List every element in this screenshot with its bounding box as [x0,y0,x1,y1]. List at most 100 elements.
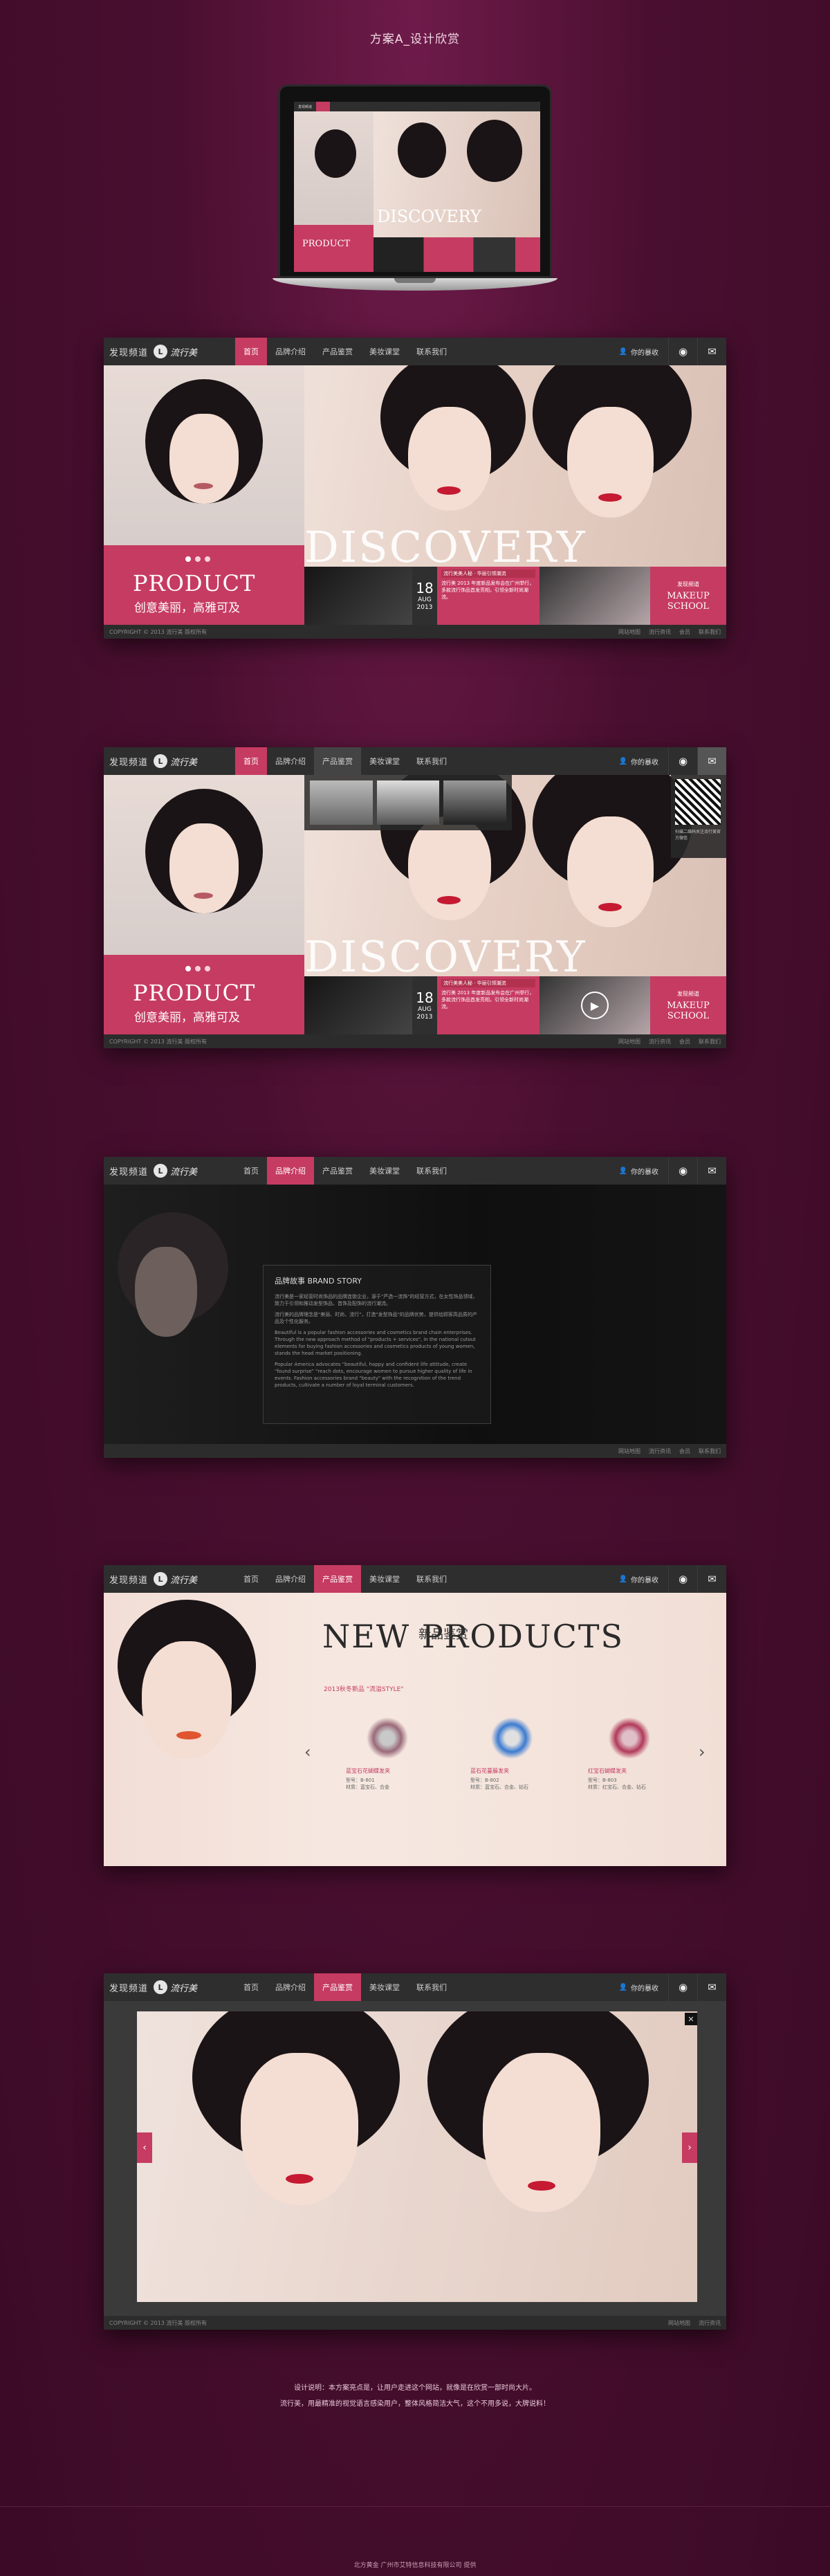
product-card[interactable]: 蓝石花蔓藤发夹 型号：B-802 材质：蓝宝石、合金、钻石 [470,1717,553,1791]
footer-link[interactable]: 网站地图 [668,2319,690,2327]
nav-brand[interactable]: 品牌介绍 [267,1157,314,1185]
makeup-school-tile[interactable]: 发现频道 MAKEUP SCHOOL [650,567,726,625]
nav-brand[interactable]: 品牌介绍 [267,1565,314,1593]
nav-contact[interactable]: 联系我们 [408,747,455,775]
weibo-icon[interactable]: ◉ [668,747,697,775]
product-material: 材质：蓝宝石、合金、钻石 [470,1784,528,1790]
news-text: 流行美 2013 年度新品发布会在广州举行，多款流行饰品首发亮相，引领全新时尚潮… [441,990,535,1010]
product-card[interactable]: 红宝石蝴蝶发夹 型号：B-803 材质：红宝石、合金、钻石 [588,1717,671,1791]
nav-home[interactable]: 首页 [235,1973,267,2001]
credit-line: 北方黄金 广州市艾特信息科技有限公司 提供 [353,2562,477,2569]
logo-icon: L [154,1572,168,1586]
copyright: COPYRIGHT © 2013 流行美 版权所有 [109,2319,207,2326]
nav-makeup[interactable]: 美妆课堂 [361,1973,408,2001]
feature-thumb[interactable] [304,567,412,625]
nav-contact[interactable]: 联系我们 [408,1973,455,2001]
footer-link[interactable]: 流行资讯 [649,1038,671,1045]
mini-product: PRODUCT [302,239,351,249]
footer-link[interactable]: 联系我们 [699,1038,721,1045]
school-label: 发现频道 [677,990,699,997]
weibo-icon[interactable]: ◉ [668,1565,697,1593]
product-image [602,1717,657,1759]
footer-link[interactable]: 网站地图 [618,1038,640,1045]
logo[interactable]: 发现频道 L 流行美 [104,1980,235,1994]
nav-makeup[interactable]: 美妆课堂 [361,747,408,775]
footer-link[interactable]: 联系我们 [699,1447,721,1455]
product-name: 蓝宝石花蝴蝶发夹 [346,1768,390,1774]
user-link[interactable]: 👤 你的暴收 [609,756,668,767]
wechat-icon[interactable]: ✉ [697,1973,726,2001]
nav-products[interactable]: 产品鉴赏 [314,747,361,775]
dropdown-thumb[interactable] [376,780,440,825]
nav-products[interactable]: 产品鉴赏 [314,1973,361,2001]
nav-brand[interactable]: 品牌介绍 [267,338,314,365]
news-card[interactable]: 流行美美人秘 · 华丽引领潮流 流行美 2013 年度新品发布会在广州举行，多款… [437,567,540,625]
makeup-school-tile[interactable]: 发现频道 MAKEUP SCHOOL [650,976,726,1034]
product-panel[interactable]: PRODUCT 创意美丽，高雅可及 [104,955,304,1034]
footer-link[interactable]: 网站地图 [618,1447,640,1455]
nav-brand[interactable]: 品牌介绍 [267,747,314,775]
wechat-icon[interactable]: ✉ [697,1565,726,1593]
weibo-icon[interactable]: ◉ [668,1973,697,2001]
nav-contact[interactable]: 联系我们 [408,1565,455,1593]
footer-link[interactable]: 会员 [679,1447,690,1455]
slider-dots[interactable] [185,556,210,562]
play-icon[interactable]: ▶ [581,992,609,1019]
gallery-photo [137,2011,697,2302]
footer-link[interactable]: 联系我们 [699,628,721,636]
chevron-right-icon[interactable]: › [699,1742,706,1762]
nav-products[interactable]: 产品鉴赏 [314,338,361,365]
footer-link[interactable]: 会员 [679,628,690,636]
school-title: MAKEUP SCHOOL [667,590,710,612]
footer-link[interactable]: 会员 [679,1038,690,1045]
logo[interactable]: 发现频道 L 流行美 [104,1164,235,1178]
user-link[interactable]: 👤 你的暴收 [609,1166,668,1176]
nav-makeup[interactable]: 美妆课堂 [361,1565,408,1593]
nav-home[interactable]: 首页 [235,338,267,365]
nav-products[interactable]: 产品鉴赏 [314,1565,361,1593]
chevron-right-icon[interactable]: › [682,2132,697,2163]
dropdown-thumb[interactable] [310,780,373,825]
nav-makeup[interactable]: 美妆课堂 [361,1157,408,1185]
nav-contact[interactable]: 联系我们 [408,338,455,365]
feature-thumb[interactable] [304,976,412,1034]
footer-link[interactable]: 流行资讯 [649,1447,671,1455]
weibo-icon[interactable]: ◉ [668,1157,697,1185]
close-icon[interactable]: ✕ [685,2013,697,2025]
nav-makeup[interactable]: 美妆课堂 [361,338,408,365]
nav-home[interactable]: 首页 [235,1157,267,1185]
logo[interactable]: 发现频道 L 流行美 [104,345,235,358]
top-nav: 发现频道 L 流行美 首页 品牌介绍 产品鉴赏 美妆课堂 联系我们 👤 你的暴收 ◉… [104,338,726,365]
chevron-left-icon[interactable]: ‹ [304,1742,311,1762]
news-card[interactable]: 流行美美人秘 · 华丽引领潮流 流行美 2013 年度新品发布会在广州举行，多款… [437,976,540,1034]
logo[interactable]: 发现频道 L 流行美 [104,1572,235,1586]
weibo-icon[interactable]: ◉ [668,338,697,365]
story-heading: 品牌故事 BRAND STORY [275,1277,362,1286]
wechat-icon[interactable]: ✉ [697,747,726,775]
footer-link[interactable]: 网站地图 [618,628,640,636]
product-panel[interactable]: PRODUCT 创意美丽，高雅可及 [104,545,304,625]
logo[interactable]: 发现频道 L 流行美 [104,754,235,768]
chevron-left-icon[interactable]: ‹ [137,2132,152,2163]
footer-link[interactable]: 流行资讯 [699,2319,721,2327]
user-link[interactable]: 👤 你的暴收 [609,1982,668,1993]
video-thumb[interactable]: ▶ [540,976,650,1034]
product-card[interactable]: 蓝宝石花蝴蝶发夹 型号：B-801 材质：蓝宝石、合金 [346,1717,429,1791]
laptop-screen: 发现频道 PRODUCT DISCOVERY [294,102,540,272]
top-nav: 发现频道 L 流行美 首页 品牌介绍 产品鉴赏 美妆课堂 联系我们 👤 你的暴收 ◉… [104,1157,726,1185]
footer-link[interactable]: 流行资讯 [649,628,671,636]
user-link[interactable]: 👤 你的暴收 [609,1574,668,1584]
nav-brand[interactable]: 品牌介绍 [267,1973,314,2001]
nav-home[interactable]: 首页 [235,747,267,775]
nav-home[interactable]: 首页 [235,1565,267,1593]
nav-products[interactable]: 产品鉴赏 [314,1157,361,1185]
wechat-icon[interactable]: ✉ [697,1157,726,1185]
user-link[interactable]: 👤 你的暴收 [609,347,668,357]
date-day: 18 [416,989,434,1006]
nav-contact[interactable]: 联系我们 [408,1157,455,1185]
dropdown-thumb[interactable] [443,780,507,825]
wechat-icon[interactable]: ✉ [697,338,726,365]
feature-thumb-2[interactable] [540,567,650,625]
slider-dots[interactable] [185,966,210,971]
user-label: 你的暴收 [631,1168,658,1176]
